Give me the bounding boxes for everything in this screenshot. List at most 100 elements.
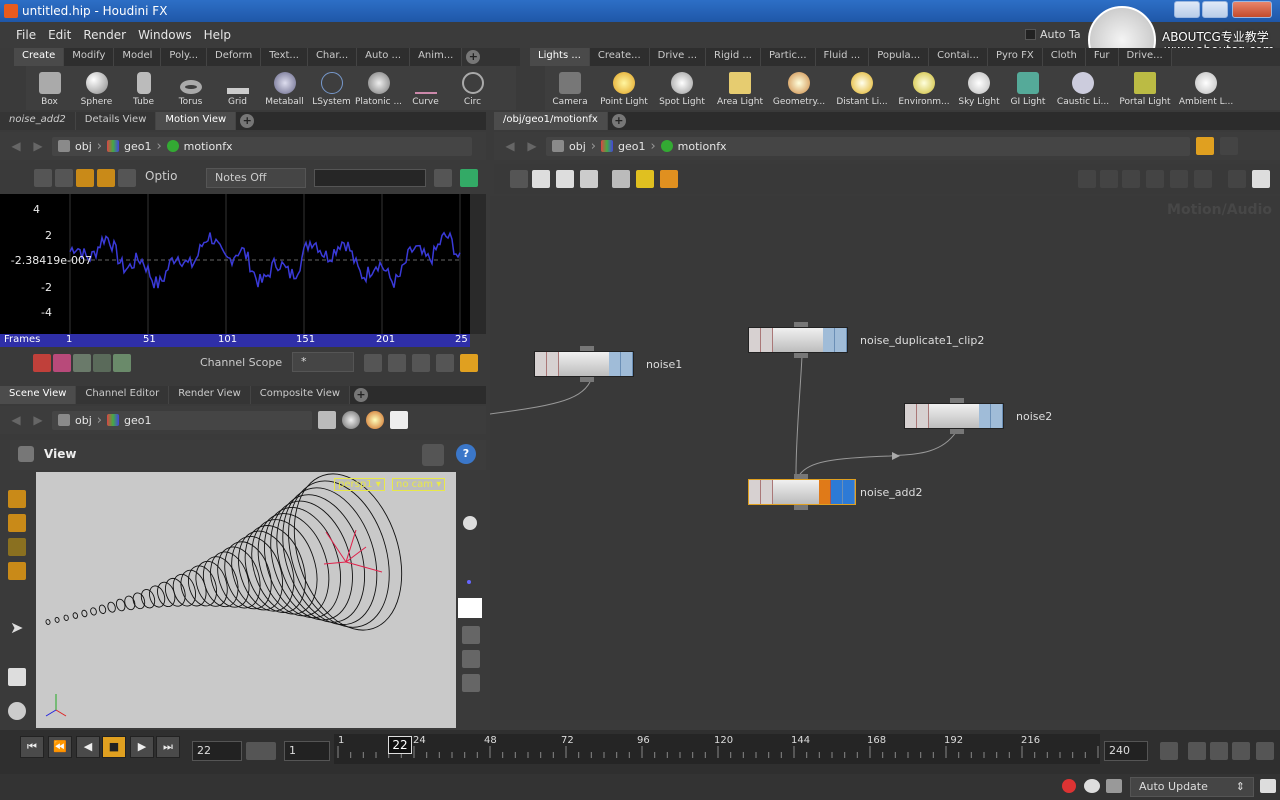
display-flag[interactable] — [819, 480, 831, 504]
options-menu[interactable]: Optio — [145, 169, 177, 183]
tool-caustic-light[interactable]: Caustic Li... — [1051, 66, 1115, 110]
scope-list-icon[interactable] — [412, 354, 430, 372]
motion-graph[interactable]: 4 2 -2.38419e-007 -2 -4 — [0, 194, 470, 334]
shelf-tab-anim[interactable]: Anim... — [410, 48, 463, 66]
add-network-tab-button[interactable]: + — [611, 114, 626, 128]
tool-sphere[interactable]: Sphere — [73, 66, 120, 110]
jump-end-button[interactable]: ⏭ — [156, 736, 180, 758]
shelf-tab-populate[interactable]: Popula... — [869, 48, 930, 66]
noise2-input[interactable] — [950, 398, 964, 403]
realtime-icon[interactable] — [1210, 742, 1228, 760]
noise2-output[interactable] — [950, 429, 964, 434]
net-path-field[interactable]: obj › geo1 › motionfx — [546, 136, 1190, 156]
current-frame-field[interactable]: 22 — [192, 741, 242, 761]
back-arrow-icon[interactable]: ◀ — [8, 139, 24, 153]
network-box-icon[interactable] — [612, 170, 630, 188]
scope-star-icon[interactable] — [460, 354, 478, 372]
layout-icon-2[interactable] — [1100, 170, 1118, 188]
status-options-icon[interactable] — [1260, 779, 1276, 793]
channel-icon-a[interactable] — [33, 354, 51, 372]
layout-icon-5[interactable] — [1170, 170, 1188, 188]
graph-v-scrollbar[interactable] — [470, 194, 486, 334]
tile-view-icon[interactable] — [556, 170, 574, 188]
handle-icon[interactable] — [34, 169, 52, 187]
add2-input[interactable] — [794, 474, 808, 479]
network-grid-icon[interactable] — [1194, 170, 1212, 188]
net-back-icon[interactable]: ◀ — [502, 139, 518, 153]
select-tool-icon[interactable] — [8, 490, 26, 508]
scene-viewport[interactable]: persp1 ▾ no cam ▾ — [36, 472, 456, 728]
rotate-tool-icon[interactable] — [8, 538, 26, 556]
noise1-output[interactable] — [580, 377, 594, 382]
camera-view-icon[interactable] — [1252, 170, 1270, 188]
layout-icon-4[interactable] — [1146, 170, 1164, 188]
channel-icon-d[interactable] — [93, 354, 111, 372]
menu-windows[interactable]: Windows — [132, 28, 198, 42]
tool-portal-light[interactable]: Portal Light — [1115, 66, 1175, 110]
channel-icon-b[interactable] — [53, 354, 71, 372]
net-forward-icon[interactable]: ▶ — [524, 139, 540, 153]
error-icon[interactable] — [1062, 779, 1076, 793]
timeline-options-icon[interactable] — [1256, 742, 1274, 760]
snap-icon[interactable] — [422, 444, 444, 466]
tool-area-light[interactable]: Area Light — [711, 66, 769, 110]
tool-geometry-light[interactable]: Geometry... — [769, 66, 829, 110]
point-display-icon[interactable] — [467, 580, 471, 584]
shelf-tab-lights[interactable]: Lights ... — [530, 48, 590, 66]
path-field[interactable]: obj › geo1 › motionfx — [52, 136, 472, 156]
close-button[interactable] — [1232, 1, 1272, 18]
scope-pin-icon[interactable] — [436, 354, 454, 372]
home-icon[interactable] — [118, 169, 136, 187]
audio-icon[interactable] — [1188, 742, 1206, 760]
node-noise2[interactable] — [904, 403, 1004, 429]
shelf-tab-text[interactable]: Text... — [261, 48, 308, 66]
shelf-tab-container[interactable]: Contai... — [929, 48, 988, 66]
display-sphere-icon[interactable] — [463, 516, 477, 530]
tool-torus[interactable]: Torus — [167, 66, 214, 110]
clip2-input[interactable] — [794, 322, 808, 327]
tool-circle[interactable]: Circ — [449, 66, 496, 110]
handle-tool-icon[interactable] — [8, 668, 26, 686]
net-pin-icon[interactable] — [1196, 137, 1214, 155]
shelf-tab-poly[interactable]: Poly... — [161, 48, 208, 66]
net-link-icon[interactable] — [1220, 137, 1238, 155]
tool-grid[interactable]: Grid — [214, 66, 261, 110]
add-shelf-tab-button[interactable]: + — [466, 50, 481, 64]
scene-back-icon[interactable]: ◀ — [8, 413, 24, 427]
message-icon[interactable] — [1084, 779, 1100, 793]
tool-sky-light[interactable]: Sky Light — [953, 66, 1005, 110]
display-icon-2[interactable] — [462, 650, 480, 668]
notes-dropdown[interactable]: Notes Off — [206, 168, 306, 188]
tool-gi-light[interactable]: GI Light — [1005, 66, 1051, 110]
tool-spot-light[interactable]: Spot Light — [653, 66, 711, 110]
tool-distant-light[interactable]: Distant Li... — [829, 66, 895, 110]
view-menu-icon[interactable] — [18, 446, 34, 462]
frame-stepper-icon[interactable] — [246, 742, 276, 760]
no-cam-menu[interactable]: no cam ▾ — [392, 478, 446, 491]
scope-remove-icon[interactable] — [388, 354, 406, 372]
step-back-button[interactable]: ⏪ — [48, 736, 72, 758]
tab-motionfx-network[interactable]: /obj/geo1/motionfx — [494, 112, 608, 130]
shelf-tab-create2[interactable]: Create... — [589, 48, 650, 66]
update-icon[interactable] — [1106, 779, 1122, 793]
stop-button[interactable]: ■ — [102, 736, 126, 758]
camera-tool-icon[interactable] — [8, 702, 26, 720]
frame-sel-icon[interactable] — [97, 169, 115, 187]
persp-camera-menu[interactable]: persp1 ▾ — [334, 478, 385, 491]
menu-render[interactable]: Render — [77, 28, 132, 42]
refresh-icon[interactable] — [434, 169, 452, 187]
shelf-tab-deform[interactable]: Deform — [207, 48, 262, 66]
sticky-note-icon[interactable] — [636, 170, 654, 188]
menu-edit[interactable]: Edit — [42, 28, 77, 42]
time-cursor[interactable]: 22 — [388, 736, 412, 754]
tab-channel-editor[interactable]: Channel Editor — [76, 386, 170, 404]
network-canvas[interactable]: Motion/Audio noise1 noise_duplicate1_cli… — [490, 196, 1280, 720]
shelf-tab-drive2[interactable]: Drive... — [1118, 48, 1172, 66]
scale-tool-icon[interactable] — [8, 562, 26, 580]
tool-point-light[interactable]: Point Light — [595, 66, 653, 110]
tab-details-view[interactable]: Details View — [75, 112, 157, 130]
keys-icon[interactable] — [1160, 742, 1178, 760]
tool-ambient-light[interactable]: Ambient L... — [1175, 66, 1237, 110]
tool-tube[interactable]: Tube — [120, 66, 167, 110]
play-button[interactable]: ▶ — [130, 736, 154, 758]
